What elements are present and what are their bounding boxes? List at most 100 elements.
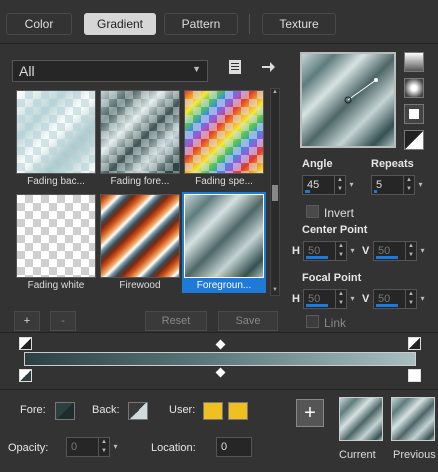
repeats-input[interactable]: 5 ▲ ▼ ▾ bbox=[371, 175, 423, 195]
gradient-item[interactable]: Fading fore... bbox=[98, 88, 182, 189]
gradient-preview bbox=[16, 90, 96, 174]
fore-label: Fore: bbox=[20, 404, 46, 416]
add-recent-button[interactable]: + bbox=[296, 399, 324, 427]
center-h-level-bar bbox=[306, 256, 328, 259]
tab-pattern[interactable]: Pattern bbox=[164, 13, 238, 35]
center-h-dropdown-icon[interactable]: ▾ bbox=[347, 242, 358, 260]
gradient-label: Foregroun... bbox=[196, 280, 252, 291]
angle-label: Angle bbox=[302, 158, 333, 170]
scroll-up-icon[interactable]: ▲ bbox=[271, 89, 279, 97]
center-h-input[interactable]: 50 ▲ ▼ ▾ bbox=[303, 241, 355, 261]
current-gradient-thumb[interactable] bbox=[339, 397, 383, 441]
focal-point-label: Focal Point bbox=[302, 272, 362, 284]
color-stop-left-icon[interactable] bbox=[19, 369, 32, 382]
user-swatch[interactable] bbox=[203, 402, 223, 420]
focal-h-label: H bbox=[292, 293, 300, 305]
gradient-label: Fading fore... bbox=[110, 176, 170, 187]
focal-v-stepper[interactable]: ▲ ▼ bbox=[405, 290, 416, 308]
gradient-list: Fading bac... Fading fore... Fading spe.… bbox=[12, 88, 268, 296]
location-label: Location: bbox=[151, 442, 196, 454]
previous-gradient-thumb[interactable] bbox=[391, 397, 435, 441]
center-v-stepper[interactable]: ▲ ▼ bbox=[405, 242, 416, 260]
opacity-stepper[interactable]: ▲ ▼ bbox=[98, 438, 109, 456]
gradient-item[interactable]: Fading spe... bbox=[182, 88, 266, 189]
color-stop-right-icon[interactable] bbox=[408, 369, 421, 382]
gradient-item[interactable]: Firewood bbox=[98, 192, 182, 293]
back-label: Back: bbox=[92, 404, 120, 416]
opacity-value: 0 bbox=[71, 441, 78, 453]
rectangular-style-icon[interactable] bbox=[404, 104, 424, 124]
opacity-dropdown-icon[interactable]: ▾ bbox=[110, 438, 121, 456]
reset-button[interactable]: Reset bbox=[145, 311, 207, 331]
focal-h-dropdown-icon[interactable]: ▾ bbox=[347, 290, 358, 308]
location-input[interactable]: 0 bbox=[216, 437, 252, 457]
color-midpoint-icon[interactable] bbox=[215, 367, 226, 378]
focal-h-stepper[interactable]: ▲ ▼ bbox=[335, 290, 346, 308]
center-v-dropdown-icon[interactable]: ▾ bbox=[417, 242, 428, 260]
center-v-level-bar bbox=[376, 256, 398, 259]
repeats-dropdown-icon[interactable]: ▾ bbox=[415, 176, 426, 194]
gradient-item-selected[interactable]: Foregroun... bbox=[182, 192, 266, 293]
gradient-item[interactable]: Fading bac... bbox=[14, 88, 98, 189]
center-point-label: Center Point bbox=[302, 224, 368, 236]
scroll-down-icon[interactable]: ▼ bbox=[271, 287, 279, 295]
focal-v-input[interactable]: 50 ▲ ▼ ▾ bbox=[373, 289, 425, 309]
repeats-stepper[interactable]: ▲ ▼ bbox=[403, 176, 414, 194]
angle-handle-icon[interactable] bbox=[302, 54, 394, 146]
center-v-label: V bbox=[362, 245, 370, 257]
opacity-input[interactable]: 0 ▲ ▼ ▾ bbox=[66, 437, 118, 457]
gradient-label: Fading white bbox=[27, 280, 85, 291]
opacity-stop-right-icon[interactable] bbox=[408, 337, 421, 350]
opacity-label: Opacity: bbox=[8, 442, 49, 454]
remove-gradient-button[interactable]: - bbox=[50, 311, 76, 331]
category-dropdown[interactable]: All ▼ bbox=[12, 60, 208, 82]
gradient-preview bbox=[184, 90, 264, 174]
linear-style-icon[interactable] bbox=[404, 52, 424, 72]
chevron-down-icon: ▼ bbox=[192, 64, 201, 74]
focal-v-level-bar bbox=[376, 304, 398, 307]
tab-gradient[interactable]: Gradient bbox=[84, 13, 156, 35]
sunburst-style-icon[interactable] bbox=[404, 130, 424, 150]
library-icon[interactable] bbox=[227, 59, 243, 75]
center-h-stepper[interactable]: ▲ ▼ bbox=[335, 242, 346, 260]
stop-divider bbox=[0, 389, 438, 390]
gradient-preview bbox=[16, 194, 96, 278]
category-value: All bbox=[19, 63, 35, 79]
gradient-preview-large[interactable] bbox=[300, 52, 396, 148]
focal-h-level-bar bbox=[306, 304, 328, 307]
editor-divider bbox=[0, 332, 438, 333]
center-v-input[interactable]: 50 ▲ ▼ ▾ bbox=[373, 241, 425, 261]
save-button[interactable]: Save bbox=[218, 311, 278, 331]
tab-divider bbox=[249, 14, 250, 34]
back-swatch[interactable] bbox=[128, 402, 148, 420]
angle-dropdown-icon[interactable]: ▾ bbox=[346, 176, 357, 194]
gradient-editor-bar[interactable] bbox=[24, 352, 416, 366]
radial-style-icon[interactable] bbox=[404, 78, 424, 98]
angle-stepper[interactable]: ▲ ▼ bbox=[334, 176, 345, 194]
gradient-label: Fading bac... bbox=[27, 176, 85, 187]
tab-color[interactable]: Color bbox=[6, 13, 72, 35]
user-color-picker[interactable] bbox=[228, 402, 248, 420]
angle-input[interactable]: 45 ▲ ▼ ▾ bbox=[302, 175, 354, 195]
gradient-label: Fading spe... bbox=[195, 176, 253, 187]
tabs-divider bbox=[0, 43, 438, 44]
scroll-thumb[interactable] bbox=[272, 185, 278, 201]
gradient-list-scrollbar[interactable]: ▲ ▼ bbox=[270, 88, 280, 296]
fore-swatch[interactable] bbox=[55, 402, 75, 420]
opacity-midpoint-icon[interactable] bbox=[215, 339, 226, 350]
repeats-level-bar bbox=[374, 190, 377, 193]
focal-h-input[interactable]: 50 ▲ ▼ ▾ bbox=[303, 289, 355, 309]
gradient-preview bbox=[100, 194, 180, 278]
arrow-right-icon[interactable] bbox=[260, 59, 276, 75]
focal-v-dropdown-icon[interactable]: ▾ bbox=[417, 290, 428, 308]
link-checkbox[interactable] bbox=[306, 315, 319, 328]
opacity-stop-left-icon[interactable] bbox=[19, 337, 32, 350]
add-gradient-button[interactable]: + bbox=[14, 311, 40, 331]
invert-label: Invert bbox=[324, 206, 355, 220]
gradient-item[interactable]: Fading white bbox=[14, 192, 98, 293]
invert-checkbox[interactable] bbox=[306, 205, 319, 218]
gradient-preview bbox=[184, 194, 264, 278]
center-h-label: H bbox=[292, 245, 300, 257]
user-label: User: bbox=[169, 404, 196, 416]
tab-texture[interactable]: Texture bbox=[262, 13, 336, 35]
